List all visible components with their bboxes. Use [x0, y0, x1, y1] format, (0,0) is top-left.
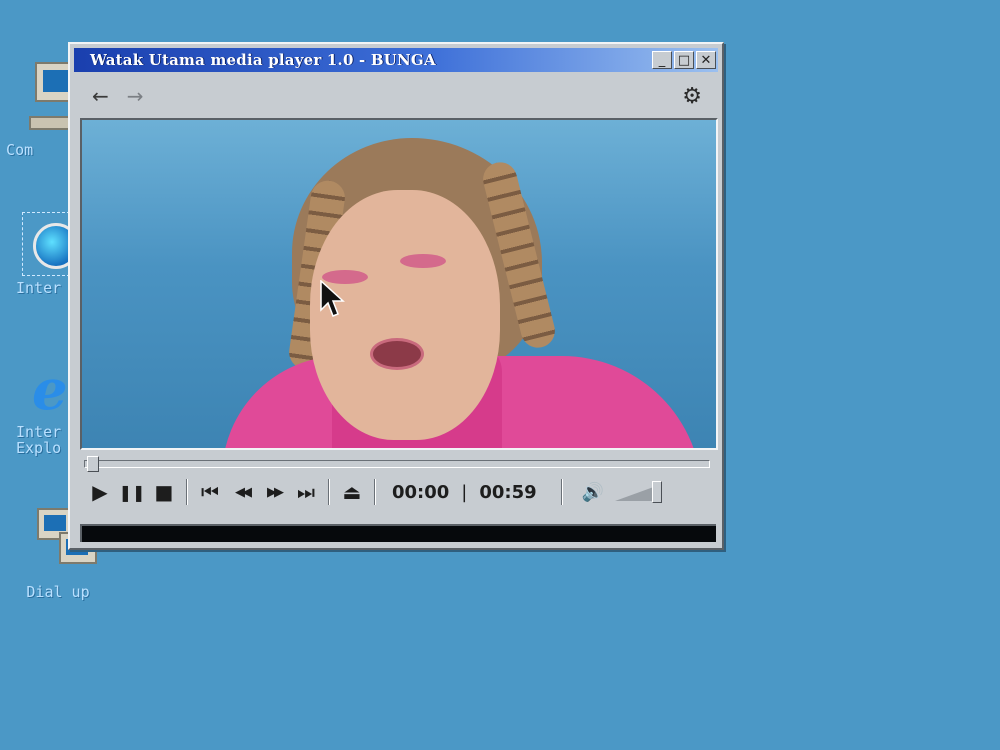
volume-knob[interactable]	[652, 481, 663, 503]
video-viewport[interactable]	[80, 118, 718, 450]
title-bar[interactable]: Watak Utama media player 1.0 - BUNGA _ □…	[74, 48, 718, 72]
computer-icon	[7, 60, 89, 136]
media-player-window: Watak Utama media player 1.0 - BUNGA _ □…	[68, 42, 724, 550]
mouse-cursor-icon	[320, 280, 345, 317]
playback-controls: ▶ ❚❚ ■ ⏮ ◀◀ ▶▶ ⏭ ⏏ 00:00 | 00:59 🔊	[84, 474, 708, 510]
volume-slider[interactable]	[614, 481, 667, 503]
divider	[374, 479, 376, 505]
next-track-icon[interactable]: ⏭	[290, 480, 322, 504]
speaker-icon[interactable]: 🔊	[577, 482, 609, 503]
close-button[interactable]: ✕	[696, 51, 716, 69]
seek-bar[interactable]	[84, 456, 710, 472]
eject-icon[interactable]: ⏏	[336, 480, 368, 504]
previous-track-icon[interactable]: ⏮	[194, 480, 226, 504]
gear-icon[interactable]: ⚙	[682, 84, 702, 109]
minimize-button[interactable]: _	[652, 51, 672, 69]
play-icon[interactable]: ▶	[84, 480, 116, 504]
window-controls: _ □ ✕	[652, 51, 716, 69]
divider	[328, 479, 330, 505]
time-separator: |	[461, 481, 468, 503]
current-time: 00:00	[392, 481, 450, 503]
total-time: 00:59	[479, 481, 537, 503]
rewind-icon[interactable]: ◀◀	[226, 485, 258, 500]
divider	[186, 479, 188, 505]
fast-forward-icon[interactable]: ▶▶	[258, 485, 290, 500]
window-title: Watak Utama media player 1.0 - BUNGA	[90, 51, 436, 69]
desktop-icon-label: Dial up	[26, 583, 90, 601]
stop-icon[interactable]: ■	[148, 480, 180, 504]
video-frame-eye	[400, 254, 446, 268]
back-arrow-icon[interactable]: ←	[92, 84, 109, 108]
forward-arrow-icon[interactable]: →	[127, 84, 144, 108]
toolbar: ← → ⚙	[74, 76, 718, 116]
video-frame-mouth	[370, 338, 424, 370]
seek-thumb[interactable]	[87, 456, 99, 472]
status-bar	[80, 524, 716, 542]
divider	[560, 479, 563, 505]
pause-icon[interactable]: ❚❚	[116, 483, 148, 502]
maximize-button[interactable]: □	[674, 51, 694, 69]
